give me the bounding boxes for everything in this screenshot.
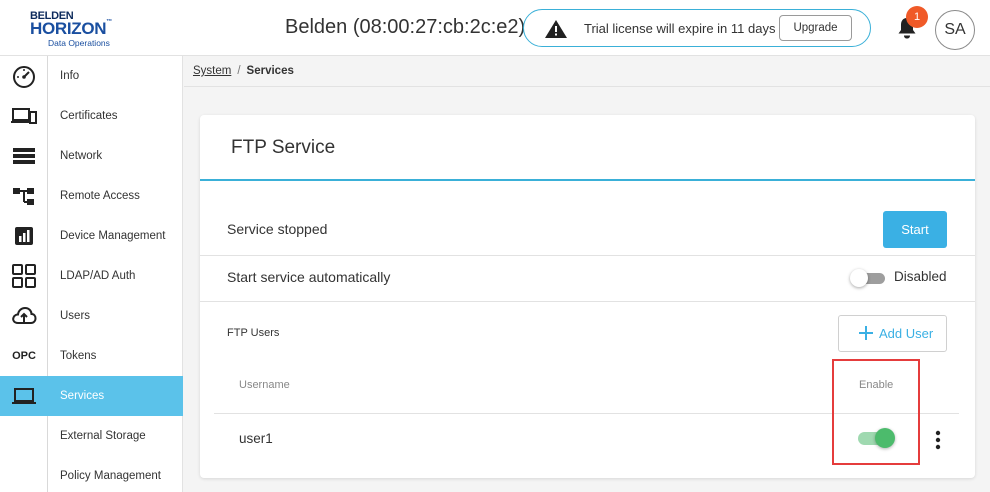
plus-icon — [859, 326, 873, 340]
subnav-item-certificates[interactable]: Certificates — [48, 96, 183, 136]
rail-item-system[interactable] — [0, 376, 48, 416]
subnav-item-ldap-auth[interactable]: LDAP/AD Auth — [48, 256, 183, 296]
subnav-item-services[interactable]: Services — [48, 376, 183, 416]
more-options-icon[interactable] — [933, 429, 943, 451]
auto-start-toggle[interactable] — [850, 268, 886, 288]
title-divider — [200, 179, 975, 181]
ftp-users-heading: FTP Users — [227, 327, 280, 339]
rail-item-cloud[interactable] — [0, 296, 48, 336]
add-user-button[interactable]: Add User — [838, 315, 947, 352]
logo-line2-text: HORIZON — [30, 19, 107, 38]
rail-item-topology[interactable] — [0, 176, 48, 216]
trial-license-banner: Trial license will expire in 11 days Upg… — [523, 9, 871, 47]
subnav-item-users[interactable]: Users — [48, 296, 183, 336]
list-icon — [13, 148, 35, 164]
divider — [200, 301, 975, 302]
auto-start-state: Disabled — [894, 269, 947, 284]
subnav-item-tokens[interactable]: Tokens — [48, 336, 183, 376]
belden-horizon-logo[interactable]: BELDEN HORIZON™ Data Operations — [28, 8, 128, 50]
logo-line3: Data Operations — [48, 38, 110, 48]
apps-grid-icon — [12, 264, 36, 288]
logo-tm: ™ — [106, 19, 112, 25]
cloud-upload-icon — [12, 306, 37, 324]
subnav-item-device-management[interactable]: Device Management — [48, 216, 183, 256]
subnav-item-remote-access[interactable]: Remote Access — [48, 176, 183, 216]
subnav-item-network[interactable]: Network — [48, 136, 183, 176]
laptop-icon — [12, 388, 36, 404]
topology-icon — [13, 188, 34, 205]
top-header: BELDEN HORIZON™ Data Operations Belden (… — [0, 0, 990, 56]
analytics-icon — [15, 227, 33, 245]
column-header-username: Username — [239, 379, 290, 391]
subnav-item-info[interactable]: Info — [48, 56, 183, 96]
divider — [200, 255, 975, 256]
add-user-label: Add User — [879, 326, 934, 341]
trial-message: Trial license will expire in 11 days — [584, 21, 776, 36]
subnav-item-policy-management[interactable]: Policy Management — [48, 456, 183, 492]
breadcrumb: System / Services — [184, 56, 990, 87]
auto-start-label: Start service automatically — [227, 269, 391, 285]
rail-item-analytics[interactable] — [0, 216, 48, 256]
user-avatar[interactable]: SA — [935, 10, 975, 50]
toggle-thumb — [850, 269, 868, 287]
dashboard-gauge-icon — [13, 66, 35, 88]
table-cell-username: user1 — [239, 431, 273, 446]
rail-item-devices[interactable] — [0, 96, 48, 136]
highlight-box — [832, 359, 920, 465]
page-title: FTP Service — [231, 137, 336, 158]
device-title: Belden (08:00:27:cb:2c:e2) — [285, 16, 526, 38]
breadcrumb-system-link[interactable]: System — [193, 65, 231, 77]
notification-badge: 1 — [906, 6, 928, 28]
start-button[interactable]: Start — [883, 211, 947, 248]
rail-item-dashboard[interactable] — [0, 56, 48, 96]
logo-line2: HORIZON™ — [30, 19, 112, 39]
icon-rail: OPC — [0, 56, 48, 492]
service-status-text: Service stopped — [227, 221, 328, 237]
devices-icon — [11, 108, 37, 124]
rail-item-opc[interactable]: OPC — [0, 336, 48, 376]
rail-item-apps[interactable] — [0, 256, 48, 296]
breadcrumb-separator: / — [237, 65, 241, 77]
system-subnav: Info Certificates Network Remote Access … — [48, 56, 183, 492]
subnav-item-external-storage[interactable]: External Storage — [48, 416, 183, 456]
upgrade-button[interactable]: Upgrade — [779, 15, 852, 41]
breadcrumb-current: Services — [246, 65, 294, 77]
warning-icon — [545, 20, 567, 38]
opc-label: OPC — [12, 350, 36, 362]
rail-item-list[interactable] — [0, 136, 48, 176]
